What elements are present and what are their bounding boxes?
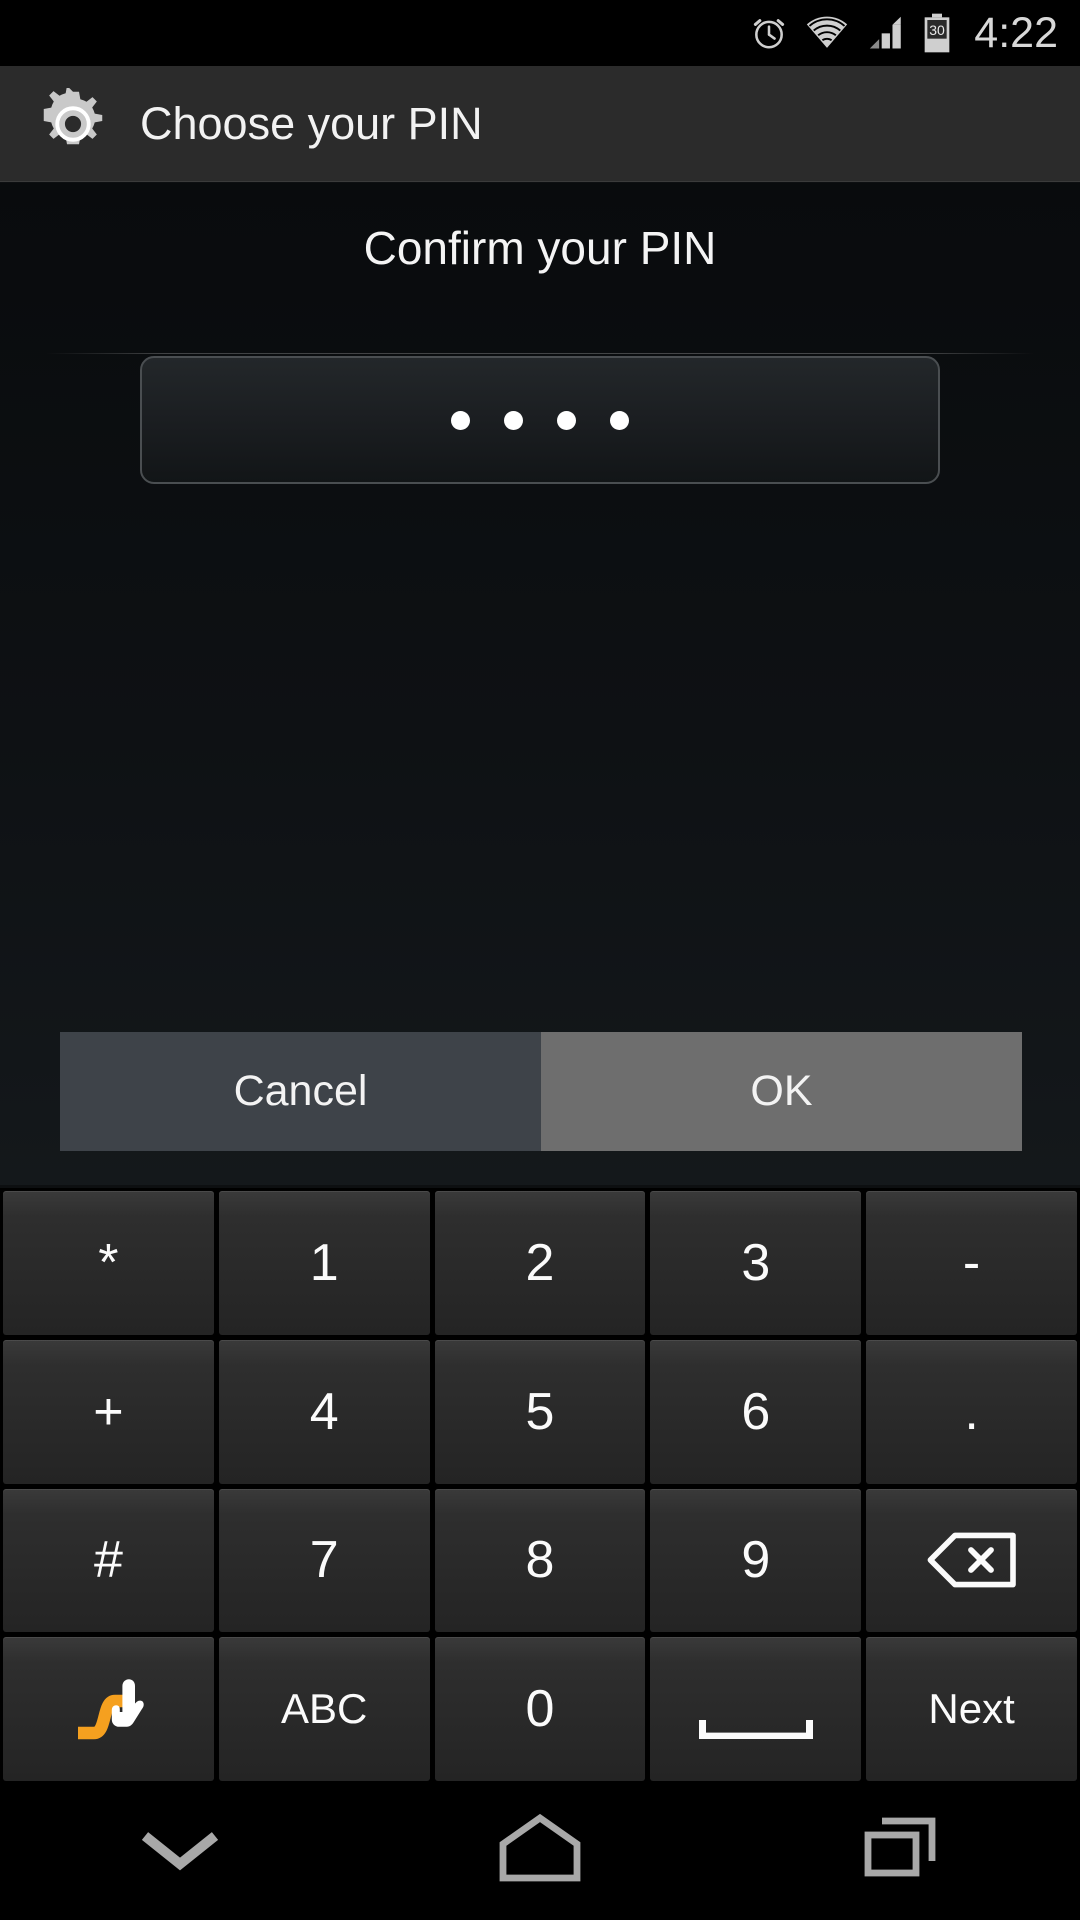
- key-asterisk[interactable]: *: [3, 1191, 214, 1335]
- battery-level-text: 30: [930, 22, 946, 38]
- status-bar: 30 4:22: [0, 0, 1080, 66]
- swype-gesture-icon: [70, 1673, 146, 1745]
- key-2[interactable]: 2: [434, 1191, 646, 1335]
- page-title: Choose your PIN: [140, 97, 483, 149]
- key-3[interactable]: 3: [650, 1191, 862, 1335]
- key-6[interactable]: 6: [650, 1339, 862, 1484]
- chevron-down-icon: [135, 1820, 225, 1881]
- navigation-bar: [0, 1781, 1080, 1920]
- key-8[interactable]: 8: [434, 1488, 646, 1633]
- key-1[interactable]: 1: [218, 1191, 430, 1335]
- key-next[interactable]: Next: [866, 1637, 1077, 1781]
- backspace-icon: [926, 1531, 1018, 1589]
- keyboard-row: + 4 5 6 .: [0, 1339, 1080, 1484]
- key-swype[interactable]: [3, 1637, 214, 1781]
- keyboard-row: * 1 2 3 -: [0, 1191, 1080, 1335]
- key-9[interactable]: 9: [650, 1488, 862, 1633]
- keyboard-row: # 7 8 9: [0, 1488, 1080, 1633]
- key-hash[interactable]: #: [3, 1488, 214, 1633]
- battery-icon: 30: [922, 13, 952, 53]
- recents-icon: [860, 1813, 940, 1888]
- key-period[interactable]: .: [866, 1339, 1077, 1484]
- keyboard-row: ABC 0 Next: [0, 1637, 1080, 1781]
- content-divider: [46, 353, 1034, 354]
- cellular-signal-icon: [866, 15, 906, 51]
- phone-screen: 30 4:22 Choose your PIN Confirm your PIN…: [0, 0, 1080, 1920]
- pin-dot: [610, 410, 629, 430]
- key-0[interactable]: 0: [434, 1637, 646, 1781]
- key-abc[interactable]: ABC: [218, 1637, 430, 1781]
- pin-dot: [504, 410, 523, 430]
- key-minus[interactable]: -: [866, 1191, 1077, 1335]
- action-bar: Choose your PIN: [0, 66, 1080, 182]
- key-7[interactable]: 7: [218, 1488, 430, 1633]
- key-plus[interactable]: +: [3, 1339, 214, 1484]
- wifi-icon: [804, 15, 850, 51]
- content-area: Confirm your PIN Cancel OK: [0, 183, 1080, 1185]
- pin-dot: [557, 410, 576, 430]
- settings-gear-icon: [36, 87, 110, 161]
- key-4[interactable]: 4: [218, 1339, 430, 1484]
- numeric-keyboard: * 1 2 3 - + 4 5 6 . # 7 8 9 ABC 0 Next: [0, 1188, 1080, 1781]
- pin-input-field[interactable]: [140, 356, 940, 484]
- nav-home-button[interactable]: [360, 1812, 720, 1889]
- nav-hide-keyboard-button[interactable]: [0, 1820, 360, 1881]
- dialog-button-row: Cancel OK: [60, 1032, 1022, 1151]
- alarm-clock-icon: [750, 14, 788, 52]
- key-5[interactable]: 5: [434, 1339, 646, 1484]
- status-bar-clock: 4:22: [974, 8, 1058, 57]
- cancel-button[interactable]: Cancel: [60, 1032, 541, 1151]
- pin-prompt-text: Confirm your PIN: [363, 222, 717, 274]
- nav-recents-button[interactable]: [720, 1813, 1080, 1888]
- ok-button[interactable]: OK: [541, 1032, 1022, 1151]
- key-backspace[interactable]: [866, 1488, 1077, 1633]
- home-icon: [495, 1812, 585, 1889]
- space-bar-icon: [696, 1696, 816, 1740]
- key-space[interactable]: [650, 1637, 862, 1781]
- pin-dot: [451, 410, 470, 430]
